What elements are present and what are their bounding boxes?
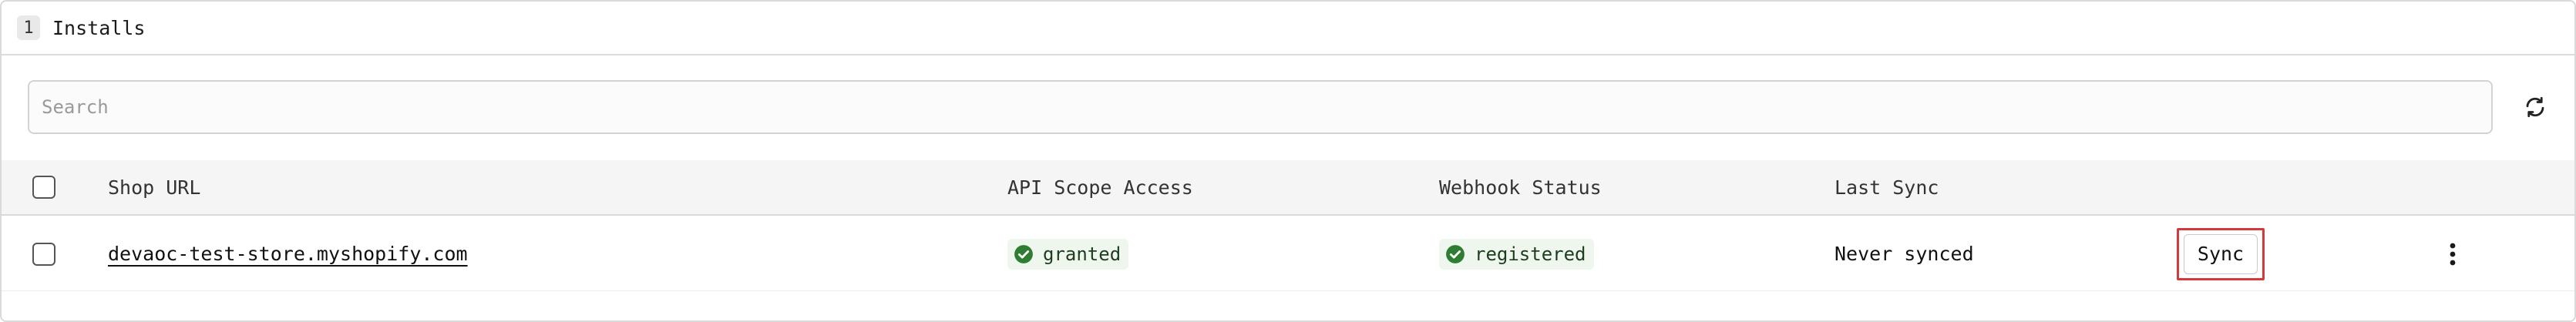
more-vertical-icon (2450, 243, 2456, 265)
installs-panel: 1 Installs Shop URL API Scope Access Web… (0, 0, 2576, 322)
sync-button-label: Sync (2184, 233, 2258, 274)
webhook-status-text: registered (1475, 243, 1586, 265)
row-more-menu-button[interactable] (2437, 235, 2468, 273)
api-scope-cell: granted (1007, 217, 1129, 290)
api-scope-status-badge: granted (1007, 238, 1129, 270)
search-input[interactable] (42, 96, 2491, 118)
column-header-label: Shop URL (108, 176, 201, 199)
select-all-checkbox[interactable] (32, 176, 55, 199)
column-header-webhook-status[interactable]: Webhook Status (1439, 160, 1602, 214)
last-sync-cell: Never synced (1834, 217, 1974, 290)
webhook-status-badge: registered (1439, 238, 1594, 270)
panel-header: 1 Installs (2, 2, 2574, 55)
column-header-label: Last Sync (1834, 176, 1939, 199)
sync-button[interactable]: Sync (2177, 227, 2265, 280)
table-row: devaoc-test-store.myshopify.com granted … (2, 217, 2574, 291)
sync-action-cell: Sync (2177, 217, 2265, 290)
table-header: Shop URL API Scope Access Webhook Status… (2, 160, 2574, 216)
webhook-status-cell: registered (1439, 217, 1594, 290)
refresh-icon (2526, 96, 2544, 118)
refresh-button[interactable] (2519, 91, 2551, 123)
column-header-api-scope[interactable]: API Scope Access (1007, 160, 1193, 214)
check-circle-icon (1446, 244, 1465, 263)
header-checkbox-cell (32, 160, 55, 214)
row-actions-cell (2437, 217, 2468, 290)
row-select-checkbox[interactable] (32, 242, 55, 266)
shop-url-link[interactable]: devaoc-test-store.myshopify.com (108, 243, 468, 265)
search-box (28, 80, 2493, 134)
column-header-shop-url[interactable]: Shop URL (108, 160, 200, 214)
check-circle-icon (1014, 244, 1033, 263)
panel-title: Installs (52, 16, 146, 39)
api-scope-status-text: granted (1043, 243, 1122, 265)
row-checkbox-cell (32, 217, 55, 290)
column-header-last-sync[interactable]: Last Sync (1834, 160, 1939, 214)
installs-count-badge: 1 (17, 15, 40, 40)
column-header-label: API Scope Access (1007, 176, 1193, 199)
shop-url-cell: devaoc-test-store.myshopify.com (108, 217, 468, 290)
last-sync-value: Never synced (1834, 243, 1974, 265)
column-header-label: Webhook Status (1439, 176, 1602, 199)
